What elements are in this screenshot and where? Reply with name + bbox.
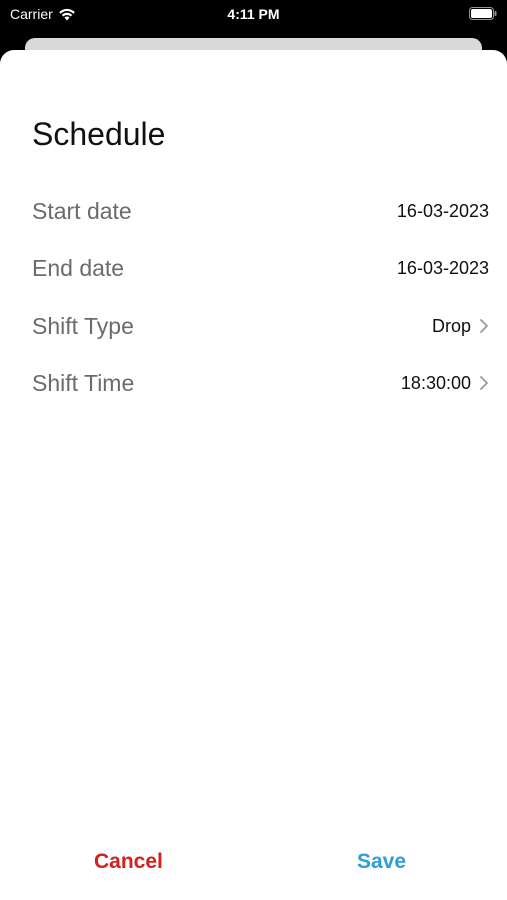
- start-date-value-wrap: 16-03-2023: [397, 201, 489, 222]
- chevron-right-icon: [480, 319, 488, 333]
- page-title: Schedule: [32, 116, 166, 152]
- end-date-label: End date: [32, 254, 125, 281]
- shift-type-label: Shift Type: [32, 312, 134, 339]
- save-button[interactable]: Save: [357, 850, 406, 874]
- shift-time-row[interactable]: Shift Time 18:30:00: [32, 363, 489, 403]
- shift-type-value-wrap: Drop: [432, 316, 489, 337]
- end-date-row[interactable]: End date 16-03-2023: [32, 248, 489, 288]
- shift-time-label: Shift Time: [32, 369, 135, 396]
- status-time: 4:11 PM: [227, 6, 280, 22]
- status-bar: Carrier 4:11 PM: [0, 0, 507, 30]
- start-date-label: Start date: [32, 197, 132, 224]
- shift-time-value-wrap: 18:30:00: [401, 373, 489, 394]
- start-date-row[interactable]: Start date 16-03-2023: [32, 191, 489, 231]
- cancel-button[interactable]: Cancel: [94, 850, 163, 874]
- shift-time-value: 18:30:00: [400, 372, 471, 393]
- chevron-right-icon: [480, 376, 488, 390]
- shift-type-value: Drop: [431, 315, 471, 336]
- end-date-value: 16-03-2023: [396, 257, 489, 278]
- battery-icon: [469, 7, 497, 20]
- shift-type-row[interactable]: Shift Type Drop: [32, 306, 489, 346]
- schedule-sheet: Schedule Start date 16-03-2023 End date …: [0, 50, 507, 900]
- app-screen: Carrier 4:11 PM Schedule Start date 16-0…: [0, 0, 507, 900]
- start-date-value: 16-03-2023: [396, 200, 489, 221]
- end-date-value-wrap: 16-03-2023: [397, 258, 489, 279]
